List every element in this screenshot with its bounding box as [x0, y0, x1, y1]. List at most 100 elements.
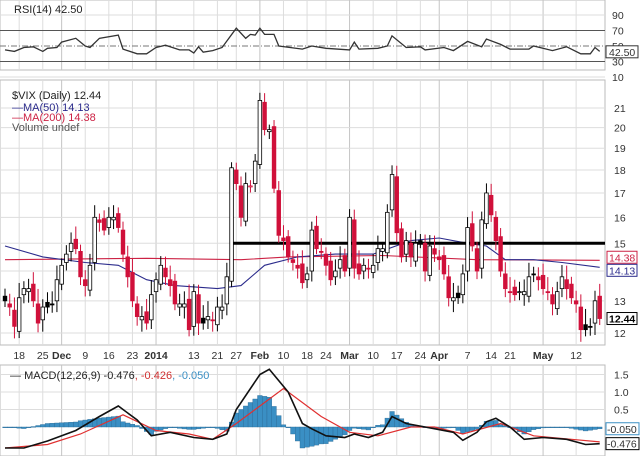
price-panel: 1213141516171819202114.3814.1312.44 — [0, 92, 638, 342]
macd-histogram-bar — [134, 425, 140, 428]
macd-histogram-bar — [361, 426, 367, 430]
macd-histogram-bar — [158, 426, 164, 431]
candle-body — [545, 291, 550, 294]
macd-histogram-bar — [498, 424, 504, 428]
macd-histogram-bar — [125, 422, 131, 428]
price-value-label: 14.13 — [609, 265, 635, 277]
candle-body — [588, 325, 593, 328]
candle-body — [578, 306, 584, 331]
candle-body — [215, 306, 220, 326]
price-tick-label: 20 — [614, 123, 626, 135]
price-tick-label: 18 — [614, 165, 626, 177]
candle-body — [186, 298, 192, 331]
candle-body — [158, 264, 163, 285]
candle-body — [144, 311, 149, 324]
candle-body — [522, 291, 527, 296]
candle-body — [97, 219, 102, 223]
candle-body — [309, 229, 314, 272]
candle-body — [465, 227, 470, 272]
candle-body — [352, 219, 357, 269]
candle-body — [432, 248, 437, 255]
macd-histogram-bar — [540, 426, 546, 429]
macd-histogram-bar — [469, 426, 475, 431]
price-tick-label: 17 — [614, 188, 626, 200]
macd-histogram-bar — [30, 426, 36, 428]
date-label: 27 — [230, 350, 242, 362]
macd-histogram-bar — [276, 415, 282, 428]
macd-histogram-bar — [7, 426, 13, 429]
date-label: May — [533, 350, 554, 362]
macd-histogram-bar — [214, 426, 220, 429]
macd-histogram-bar — [210, 426, 216, 429]
candle-body — [40, 306, 45, 321]
date-label: 9 — [82, 350, 88, 362]
date-label: 25 — [37, 350, 49, 362]
macd-histogram-bar — [252, 398, 258, 428]
candle-body — [139, 316, 145, 321]
macd-histogram-bar — [573, 426, 579, 430]
price-value-label: 14.38 — [609, 252, 635, 264]
date-label: 14 — [485, 350, 497, 362]
candle-body — [304, 273, 310, 281]
date-label: 12 — [570, 350, 582, 362]
macd-tick-label: 1.5 — [614, 370, 629, 382]
candle-body — [319, 251, 324, 253]
candle-body — [83, 279, 88, 287]
candle-body — [413, 242, 418, 262]
candle-body — [422, 242, 428, 272]
date-label: 13 — [188, 350, 200, 362]
candle-body — [78, 251, 83, 278]
candle-body — [300, 263, 305, 284]
candle-body — [172, 280, 178, 305]
macd-histogram-bar — [559, 426, 565, 429]
macd-histogram-bar — [172, 426, 178, 429]
macd-histogram-bar — [11, 426, 17, 429]
macd-histogram-bar — [59, 422, 65, 428]
candle-body — [418, 240, 423, 243]
candle-body — [451, 297, 456, 302]
candle-body — [592, 300, 598, 324]
candle-body — [262, 101, 267, 131]
price-value-label: 12.44 — [609, 314, 635, 326]
macd-histogram-bar — [285, 426, 291, 429]
macd-histogram-bar — [120, 421, 126, 428]
macd-histogram-bar — [564, 426, 570, 429]
candle-body — [399, 228, 404, 258]
candle-body — [569, 283, 574, 299]
macd-histogram-bar — [465, 426, 471, 433]
candle-body — [16, 297, 22, 332]
candle-body — [555, 291, 560, 310]
macd-histogram-bar — [493, 420, 499, 428]
macd-histogram-bar — [290, 426, 296, 435]
macd-histogram-bar — [186, 426, 192, 430]
candle-body — [12, 309, 17, 327]
rsi-tick-label: 70 — [612, 26, 624, 38]
macd-histogram-bar — [167, 426, 173, 429]
candle-body — [573, 300, 579, 305]
candle-body — [219, 306, 225, 311]
vix-chart: 103050709042.50 1213141516171819202114.3… — [0, 0, 640, 456]
macd-histogram-bar — [181, 426, 187, 430]
macd-histogram-bar — [257, 395, 263, 428]
date-label: 21 — [504, 350, 516, 362]
macd-histogram-bar — [200, 426, 206, 429]
candle-body — [125, 256, 130, 278]
macd-histogram-bar — [450, 426, 456, 429]
macd-histogram-bar — [587, 426, 593, 431]
macd-histogram-bar — [191, 426, 197, 430]
candle-body — [68, 242, 74, 252]
candle-body — [427, 245, 432, 276]
macd-histogram-bar — [49, 423, 55, 428]
date-label: 10 — [367, 350, 379, 362]
macd-histogram-bar — [266, 397, 272, 428]
candle-body — [130, 272, 135, 302]
candle-body — [31, 283, 36, 302]
macd-histogram-bar — [370, 426, 376, 429]
candle-body — [120, 229, 126, 255]
rsi-tick-label: 10 — [612, 72, 624, 84]
macd-histogram-bar — [446, 426, 452, 429]
candle-body — [64, 253, 69, 263]
date-label: Mar — [340, 350, 359, 362]
candle-body — [111, 216, 116, 221]
candle-body — [238, 185, 244, 218]
